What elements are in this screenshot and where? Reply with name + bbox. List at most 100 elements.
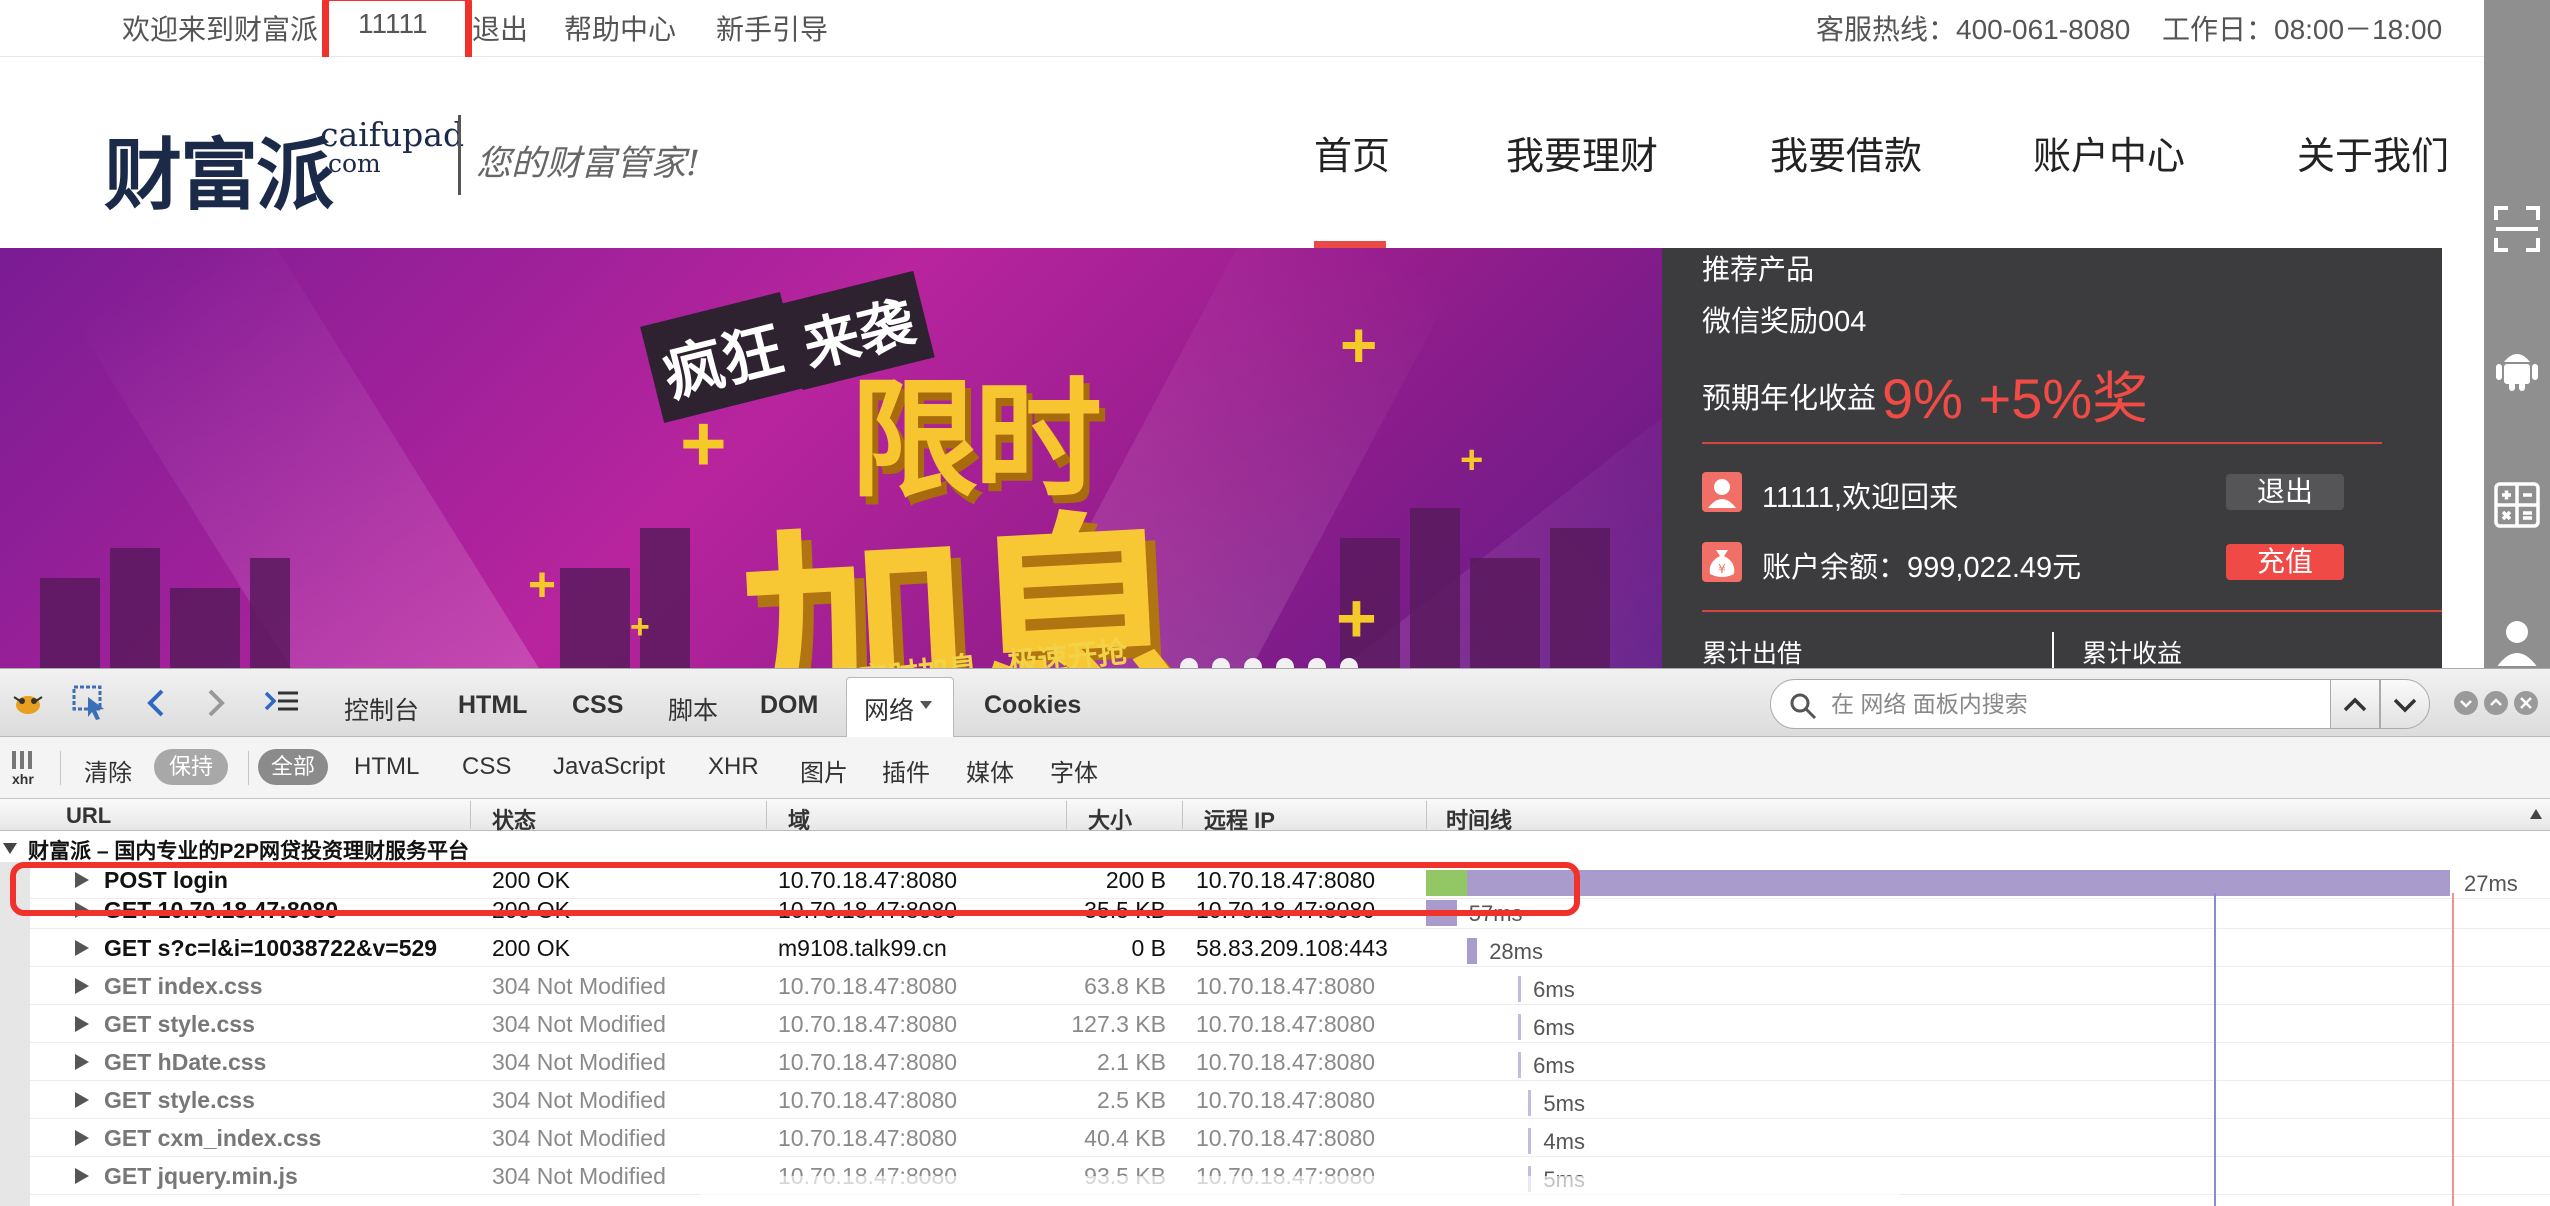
newbie-guide-link[interactable]: 新手引导 <box>716 8 828 48</box>
timeline-bar <box>1528 1128 1532 1154</box>
timeline-bar <box>1518 1014 1522 1040</box>
filter-javascript[interactable]: JavaScript <box>553 753 665 781</box>
request-row[interactable]: GET cxm_index.css 304 Not Modified 10.70.1… <box>0 1121 2550 1157</box>
filter-images[interactable]: 图片 <box>800 753 848 788</box>
request-domain: 10.70.18.47:8080 <box>778 1011 958 1037</box>
floating-sidebar <box>2484 0 2550 668</box>
filter-plugins[interactable]: 插件 <box>882 753 930 788</box>
android-icon[interactable] <box>2492 342 2542 392</box>
request-size: 2.5 KB <box>1096 1087 1166 1113</box>
product-name-link[interactable]: 微信奖励004 <box>1702 298 1866 340</box>
minimize-icon[interactable] <box>2454 691 2478 715</box>
request-domain: 10.70.18.47:8080 <box>778 1049 958 1075</box>
tab-script[interactable]: 脚本 <box>668 691 718 727</box>
page-group-row[interactable]: 财富派 – 国内专业的P2P网贷投资理财服务平台 <box>0 831 2550 863</box>
expand-triangle-icon[interactable] <box>72 1090 92 1110</box>
banner-dot[interactable] <box>1276 658 1294 668</box>
request-url: GET jquery.min.js <box>104 1163 298 1189</box>
close-icon[interactable] <box>2514 691 2538 715</box>
recommended-heading: 推荐产品 <box>1702 254 1815 285</box>
inspect-element-icon[interactable] <box>70 683 110 723</box>
yield-label: 预期年化收益 <box>1702 383 1877 415</box>
divider <box>1066 801 1067 829</box>
expand-triangle-icon[interactable] <box>72 1014 92 1034</box>
banner-dot[interactable] <box>1212 658 1230 668</box>
logout-link[interactable]: 退出 <box>472 8 528 48</box>
tab-html[interactable]: HTML <box>458 691 527 720</box>
clear-button[interactable]: 清除 <box>84 753 132 788</box>
scan-qrcode-icon[interactable] <box>2492 204 2542 254</box>
xhr-label: xhr <box>12 771 34 787</box>
tab-console[interactable]: 控制台 <box>344 691 419 727</box>
chevron-down-icon[interactable] <box>918 699 934 711</box>
expand-triangle-icon[interactable] <box>72 976 92 996</box>
filter-fonts[interactable]: 字体 <box>1050 753 1098 788</box>
search-prev-button[interactable] <box>2330 679 2380 729</box>
banner-dot[interactable] <box>1180 658 1198 668</box>
filter-html[interactable]: HTML <box>354 753 419 781</box>
work-hours-text: 工作日：08:00－18:00 <box>2162 14 2443 45</box>
timeline-duration: 28ms <box>1489 939 1543 964</box>
welcome-text: 欢迎来到财富派 <box>122 14 319 45</box>
logo-divider <box>458 115 461 195</box>
help-center-link[interactable]: 帮助中心 <box>564 8 676 48</box>
request-size: 127.3 KB <box>1071 1011 1166 1037</box>
filter-media[interactable]: 媒体 <box>966 753 1014 788</box>
xhr-breakpoint-icon[interactable]: xhr <box>8 749 38 789</box>
calculator-icon[interactable] <box>2492 480 2542 530</box>
devtools-toolbar: 控制台 HTML CSS 脚本 DOM 网络 Cookies <box>0 669 2550 739</box>
nav-borrow[interactable]: 我要借款 <box>1770 125 1922 180</box>
request-status: 200 OK <box>492 935 570 961</box>
expand-triangle-icon[interactable] <box>72 1052 92 1072</box>
request-row[interactable]: GET hDate.css 304 Not Modified 10.70.18.47… <box>0 1045 2550 1081</box>
user-service-icon[interactable] <box>2492 616 2542 668</box>
request-row[interactable]: GET s?c=l&i=10038722&v=529 200 OK m9108.ta… <box>0 931 2550 967</box>
nav-home[interactable]: 首页 <box>1314 125 1390 180</box>
tab-network[interactable]: 网络 <box>864 691 914 727</box>
search-icon <box>1790 693 1817 720</box>
tab-cookies[interactable]: Cookies <box>984 691 1081 720</box>
logo-text: 财富派 <box>104 130 334 221</box>
expand-triangle-icon[interactable] <box>72 1166 92 1186</box>
column-url[interactable]: URL <box>66 803 111 829</box>
request-url: GET style.css <box>104 1087 255 1113</box>
nav-invest[interactable]: 我要理财 <box>1506 125 1658 180</box>
tab-dom[interactable]: DOM <box>760 691 818 720</box>
panel-logout-button[interactable]: 退出 <box>2226 474 2344 510</box>
request-row[interactable]: GET style.css 304 Not Modified 10.70.18.47… <box>0 1007 2550 1043</box>
request-remote-ip: 10.70.18.47:8080 <box>1196 1087 1376 1113</box>
divider <box>248 751 249 785</box>
devtools-panel: 控制台 HTML CSS 脚本 DOM 网络 Cookies xhr 清除 保持… <box>0 668 2550 1206</box>
request-url: GET s?c=l&i=10038722&v=529 <box>104 935 438 961</box>
promo-banner[interactable]: + + + + + + 疯狂 来袭 限时 加息 4.1-4.30不定时加息，极速… <box>0 248 1662 668</box>
network-search-input[interactable] <box>1831 688 2311 720</box>
banner-dot[interactable] <box>1340 658 1358 668</box>
sparkle-icon: + <box>1336 579 1377 657</box>
banner-dot[interactable] <box>1308 658 1326 668</box>
request-status: 304 Not Modified <box>492 1011 666 1037</box>
filter-css[interactable]: CSS <box>462 753 511 781</box>
sort-ascending-icon[interactable] <box>2528 807 2544 821</box>
request-row[interactable]: GET style.css 304 Not Modified 10.70.18.47… <box>0 1083 2550 1119</box>
tab-css[interactable]: CSS <box>572 691 623 720</box>
firebug-icon[interactable] <box>8 683 48 723</box>
filter-xhr[interactable]: XHR <box>708 753 759 781</box>
nav-about[interactable]: 关于我们 <box>2297 125 2449 180</box>
command-line-icon[interactable] <box>262 683 302 723</box>
back-icon[interactable] <box>136 683 176 723</box>
search-next-button[interactable] <box>2380 679 2430 729</box>
expand-triangle-icon[interactable] <box>72 938 92 958</box>
forward-icon[interactable] <box>196 683 236 723</box>
user-icon <box>1702 472 1742 512</box>
divider <box>1182 801 1183 829</box>
expand-triangle-icon[interactable] <box>72 1128 92 1148</box>
banner-dot[interactable] <box>1244 658 1262 668</box>
divider <box>2052 632 2054 668</box>
filter-all-button[interactable]: 全部 <box>258 749 328 785</box>
persist-button[interactable]: 保持 <box>154 749 228 785</box>
nav-account[interactable]: 账户中心 <box>2033 125 2185 180</box>
request-row[interactable]: GET index.css 304 Not Modified 10.70.18.47… <box>0 969 2550 1005</box>
recharge-button[interactable]: 充值 <box>2226 544 2344 580</box>
logo-slogan: 您的财富管家! <box>476 144 701 184</box>
detach-icon[interactable] <box>2484 691 2508 715</box>
